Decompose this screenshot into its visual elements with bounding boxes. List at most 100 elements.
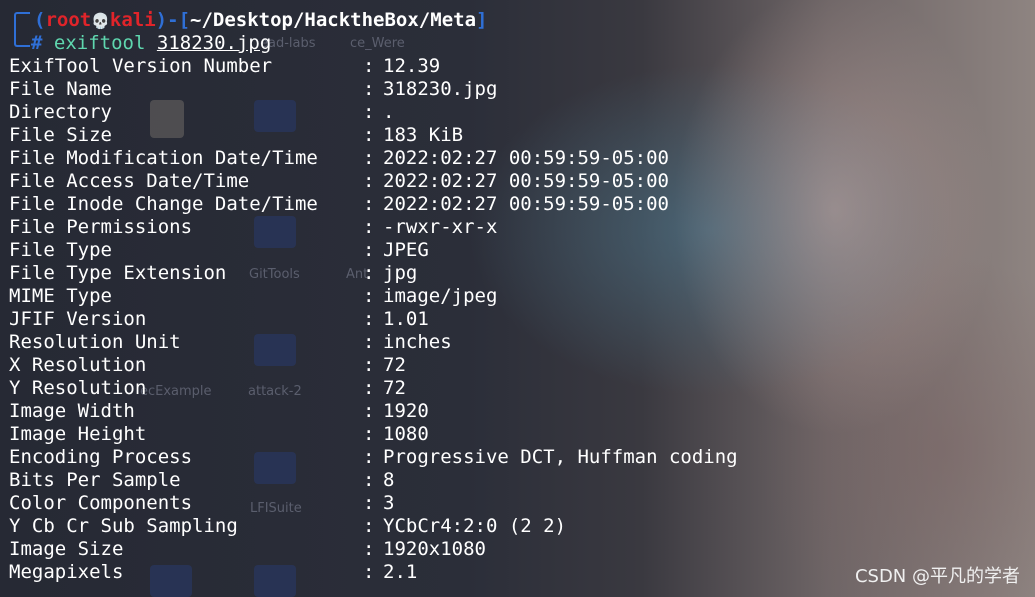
skull-icon: 💀 xyxy=(91,12,110,30)
exif-separator: : xyxy=(363,285,375,307)
exif-key: File Access Date/Time xyxy=(9,170,250,192)
exif-row: X Resolution:72 xyxy=(9,354,406,377)
exif-separator: : xyxy=(363,78,375,100)
prompt-host: kali xyxy=(109,9,156,31)
exif-value: 2022:02:27 00:59:59-05:00 xyxy=(383,170,669,192)
exif-separator: : xyxy=(363,423,375,445)
exif-value: 2022:02:27 00:59:59-05:00 xyxy=(383,193,669,215)
exif-value: 3 xyxy=(383,492,395,514)
exif-key: Image Size xyxy=(9,538,124,560)
prompt-dash: - xyxy=(167,9,179,31)
exif-separator: : xyxy=(363,377,375,399)
prompt-bracket: ] xyxy=(476,9,488,31)
exif-key: File Permissions xyxy=(9,216,193,238)
exif-row: Bits Per Sample:8 xyxy=(9,469,394,492)
prompt-frame-top xyxy=(14,12,30,38)
command-line[interactable]: # exiftool 318230.jpg xyxy=(31,32,271,55)
exif-value: inches xyxy=(383,331,452,353)
exif-value: JPEG xyxy=(383,239,429,261)
exif-row: File Modification Date/Time:2022:02:27 0… xyxy=(9,147,669,170)
exif-value: 183 KiB xyxy=(383,124,464,146)
exif-row: File Access Date/Time:2022:02:27 00:59:5… xyxy=(9,170,669,193)
prompt-paren: ( xyxy=(34,9,46,31)
exif-separator: : xyxy=(363,515,375,537)
exif-key: X Resolution xyxy=(9,354,147,376)
exif-row: File Size:183 KiB xyxy=(9,124,463,147)
exif-row: Megapixels:2.1 xyxy=(9,561,417,584)
exif-separator: : xyxy=(363,354,375,376)
exif-value: 1920 xyxy=(383,400,429,422)
exif-value: Progressive DCT, Huffman coding xyxy=(383,446,738,468)
exif-row: ExifTool Version Number:12.39 xyxy=(9,55,440,78)
exif-value: 1920x1080 xyxy=(383,538,486,560)
exif-separator: : xyxy=(363,147,375,169)
exif-key: Image Height xyxy=(9,423,147,445)
exif-separator: : xyxy=(363,446,375,468)
exif-row: Color Components:3 xyxy=(9,492,394,515)
exif-key: JFIF Version xyxy=(9,308,147,330)
exif-key: File Name xyxy=(9,78,112,100)
exif-row: File Inode Change Date/Time:2022:02:27 0… xyxy=(9,193,669,216)
exif-value: 1.01 xyxy=(383,308,429,330)
exif-value: jpg xyxy=(383,262,418,284)
exif-row: Encoding Process: Progressive DCT, Huffma… xyxy=(9,446,738,469)
exif-key: File Type xyxy=(9,239,112,261)
prompt-bracket: [ xyxy=(178,9,191,31)
exif-key: Image Width xyxy=(9,400,135,422)
exif-separator: : xyxy=(363,538,375,560)
exif-key: Color Components xyxy=(9,492,193,514)
exif-key: File Modification Date/Time xyxy=(9,147,318,169)
shell-prompt: (root💀kali)-[~/Desktop/HacktheBox/Meta] xyxy=(34,9,487,33)
exif-row: Y Cb Cr Sub Sampling: YCbCr4:2:0 (2 2) xyxy=(9,515,566,538)
exif-value: 72 xyxy=(383,354,406,376)
exif-key: File Inode Change Date/Time xyxy=(9,193,318,215)
exif-value: . xyxy=(383,101,395,123)
exif-separator: : xyxy=(363,262,375,284)
exif-value: 2022:02:27 00:59:59-05:00 xyxy=(383,147,669,169)
exif-row: Image Width:1920 xyxy=(9,400,429,423)
command-argument[interactable]: 318230.jpg xyxy=(157,32,271,54)
exif-row: Image Size:1920x1080 xyxy=(9,538,486,561)
exif-separator: : xyxy=(363,101,375,123)
exif-value: 2.1 xyxy=(383,561,418,583)
exif-separator: : xyxy=(363,55,375,77)
prompt-frame-bottom xyxy=(14,36,30,47)
exif-row: File Name:318230.jpg xyxy=(9,78,497,101)
exif-key: Directory xyxy=(9,101,112,123)
exif-row: File Type: JPEG xyxy=(9,239,429,262)
exif-row: Resolution Unit: inches xyxy=(9,331,452,354)
exif-separator: : xyxy=(363,216,375,238)
exif-row: MIME Type: image/jpeg xyxy=(9,285,497,308)
exif-separator: : xyxy=(363,492,375,514)
exif-value: 12.39 xyxy=(383,55,441,77)
exif-value: 8 xyxy=(383,469,395,491)
exif-key: ExifTool Version Number xyxy=(9,55,273,77)
exif-row: Image Height:1080 xyxy=(9,423,429,446)
root-hash-symbol: # xyxy=(31,32,43,54)
exif-separator: : xyxy=(363,193,375,215)
exif-separator: : xyxy=(363,331,375,353)
exif-key: File Type Extension xyxy=(9,262,227,284)
prompt-paren: ) xyxy=(155,9,168,31)
exif-separator: : xyxy=(363,469,375,491)
terminal-output[interactable]: (root💀kali)-[~/Desktop/HacktheBox/Meta] … xyxy=(0,0,1035,597)
exif-separator: : xyxy=(363,124,375,146)
exif-value: 72 xyxy=(383,377,406,399)
exif-separator: : xyxy=(363,239,375,261)
exif-row: File Type Extension: jpg xyxy=(9,262,417,285)
watermark: CSDN @平凡的学者 xyxy=(854,566,1020,587)
prompt-path: ~/Desktop/HacktheBox/Meta xyxy=(190,9,477,31)
command-name: exiftool xyxy=(53,32,146,54)
exif-key: Encoding Process xyxy=(9,446,193,468)
exif-separator: : xyxy=(363,170,375,192)
exif-key: Bits Per Sample xyxy=(9,469,181,491)
exif-row: File Permissions: -rwxr-xr-x xyxy=(9,216,497,239)
exif-separator: : xyxy=(363,400,375,422)
exif-row: Directory:. xyxy=(9,101,394,124)
exif-row: Y Resolution:72 xyxy=(9,377,406,400)
exif-key: Megapixels xyxy=(9,561,124,583)
exif-key: Resolution Unit xyxy=(9,331,181,353)
exif-value: -rwxr-xr-x xyxy=(383,216,498,238)
exif-value: 1080 xyxy=(383,423,429,445)
exif-separator: : xyxy=(363,561,375,583)
